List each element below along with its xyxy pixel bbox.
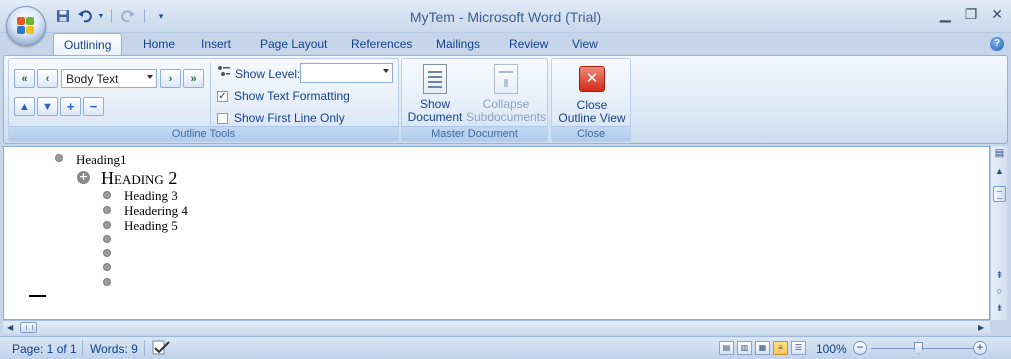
promote-icon[interactable]: ‹ bbox=[37, 69, 58, 88]
ribbon-tabs: Outlining Home Insert Page Layout Refere… bbox=[0, 33, 1011, 56]
group-close: ✕ Close Outline View Close bbox=[551, 58, 631, 142]
collapse-icon[interactable]: − bbox=[83, 97, 104, 116]
show-level-combo[interactable] bbox=[300, 63, 393, 83]
outline-heading-4[interactable]: Headering 4 bbox=[124, 203, 188, 219]
show-document-icon bbox=[423, 64, 447, 94]
office-logo-icon bbox=[17, 17, 35, 35]
group-divider bbox=[210, 63, 211, 125]
outline-bullet-icon[interactable] bbox=[103, 221, 111, 229]
horizontal-scrollbar[interactable]: ◀ ▶ bbox=[3, 320, 990, 334]
chevron-down-icon bbox=[383, 69, 389, 73]
close-outline-icon: ✕ bbox=[579, 66, 605, 92]
zoom-level[interactable]: 100% bbox=[816, 342, 847, 356]
outline-level-combo[interactable]: Body Text bbox=[61, 69, 157, 88]
outline-bullet-icon[interactable] bbox=[55, 154, 63, 162]
next-page-icon[interactable]: ⇟ bbox=[994, 303, 1005, 314]
group-label-close: Close bbox=[552, 126, 630, 141]
show-document-button[interactable]: Show Document bbox=[406, 64, 464, 124]
outline-heading-2[interactable]: Heading 2 bbox=[101, 168, 177, 189]
outline-bullet-icon[interactable] bbox=[103, 235, 111, 243]
ruler-toggle-icon[interactable]: ▤ bbox=[994, 148, 1005, 159]
scroll-up-icon[interactable]: ▲ bbox=[994, 166, 1005, 176]
tab-references[interactable]: References bbox=[351, 37, 412, 51]
outline-bullet-icon[interactable] bbox=[103, 278, 111, 286]
close-window-icon[interactable]: ✕ bbox=[991, 6, 1003, 23]
show-text-formatting-label: Show Text Formatting bbox=[234, 89, 350, 103]
zoom-out-icon[interactable]: − bbox=[853, 341, 867, 355]
document-area[interactable]: Heading1 + Heading 2 Heading 3 Headering… bbox=[3, 146, 990, 320]
horizontal-scroll-thumb[interactable] bbox=[20, 322, 37, 333]
status-bar: Page: 1 of 1 Words: 9 ▤ ▥ ▦ ≡ ☰ 100% − + bbox=[0, 336, 1011, 359]
tab-home[interactable]: Home bbox=[143, 37, 175, 51]
group-label-outline-tools: Outline Tools bbox=[9, 126, 398, 141]
scroll-left-icon[interactable]: ◀ bbox=[7, 323, 13, 332]
outline-view-icon[interactable]: ≡ bbox=[773, 341, 788, 355]
status-separator bbox=[144, 340, 145, 356]
tab-review[interactable]: Review bbox=[509, 37, 548, 51]
close-outline-view-button[interactable]: ✕ Close Outline View bbox=[554, 66, 630, 125]
promote-to-heading1-icon[interactable]: « bbox=[14, 69, 35, 88]
minimize-icon[interactable]: ▁ bbox=[940, 6, 951, 23]
zoom-slider-thumb[interactable] bbox=[914, 342, 923, 354]
outline-bullet-icon[interactable] bbox=[103, 206, 111, 214]
full-screen-reading-icon[interactable]: ▥ bbox=[737, 341, 752, 355]
office-button[interactable] bbox=[6, 6, 46, 46]
title-bar: ▼ ▾ MyTem - Microsoft Word (Trial) ▁ ❐ ✕ bbox=[0, 0, 1011, 33]
collapse-subdocuments-label-2: Subdocuments bbox=[465, 110, 547, 124]
outline-heading-3[interactable]: Heading 3 bbox=[124, 188, 178, 204]
outline-bullet-icon[interactable] bbox=[103, 249, 111, 257]
group-master-document: Show Document Collapse Subdocuments Mast… bbox=[401, 58, 548, 142]
vertical-scrollbar[interactable]: ▤ ▲ ⇞ ○ ⇟ bbox=[990, 146, 1007, 320]
print-layout-icon[interactable]: ▤ bbox=[719, 341, 734, 355]
chevron-down-icon bbox=[147, 75, 153, 79]
outline-bullet-icon[interactable] bbox=[103, 263, 111, 271]
move-down-icon[interactable]: ▼ bbox=[37, 97, 58, 116]
group-label-master-document: Master Document bbox=[402, 126, 547, 141]
zoom-in-icon[interactable]: + bbox=[973, 341, 987, 355]
show-text-formatting-checkbox[interactable]: ✓ Show Text Formatting bbox=[217, 89, 350, 103]
tab-outlining[interactable]: Outlining bbox=[53, 33, 123, 56]
window-title: MyTem - Microsoft Word (Trial) bbox=[409, 9, 602, 25]
demote-icon[interactable]: › bbox=[160, 69, 181, 88]
checkbox-checked-icon: ✓ bbox=[217, 90, 228, 102]
show-level-icon bbox=[217, 65, 231, 79]
web-layout-icon[interactable]: ▦ bbox=[755, 341, 770, 355]
scroll-right-icon[interactable]: ▶ bbox=[978, 323, 984, 332]
close-outline-label-2: Outline View bbox=[558, 111, 626, 125]
show-first-line-only-checkbox[interactable]: Show First Line Only bbox=[217, 111, 345, 125]
outline-heading-1[interactable]: Heading1 bbox=[76, 152, 127, 168]
page-count[interactable]: Page: 1 of 1 bbox=[12, 342, 77, 356]
expand-icon[interactable]: + bbox=[60, 97, 81, 116]
status-separator bbox=[82, 340, 83, 356]
collapse-subdocuments-icon bbox=[494, 64, 518, 94]
checkbox-unchecked-icon bbox=[217, 112, 228, 124]
move-up-icon[interactable]: ▲ bbox=[14, 97, 35, 116]
demote-to-body-text-icon[interactable]: » bbox=[183, 69, 204, 88]
vertical-scroll-thumb[interactable] bbox=[993, 186, 1006, 202]
tab-insert[interactable]: Insert bbox=[201, 37, 231, 51]
group-outline-tools: « ‹ Body Text › » ▲ ▼ + − Show Level: ✓ … bbox=[8, 58, 399, 142]
previous-page-icon[interactable]: ⇞ bbox=[994, 270, 1005, 281]
restore-icon[interactable]: ❐ bbox=[965, 6, 978, 23]
outline-bullet-icon[interactable] bbox=[103, 191, 111, 199]
show-document-label-2: Document bbox=[407, 110, 463, 124]
ribbon: « ‹ Body Text › » ▲ ▼ + − Show Level: ✓ … bbox=[3, 55, 1008, 144]
help-icon[interactable]: ? bbox=[990, 37, 1004, 51]
outline-heading-5[interactable]: Heading 5 bbox=[124, 218, 178, 234]
collapse-subdocuments-button[interactable]: Collapse Subdocuments bbox=[464, 64, 548, 124]
outline-expand-icon[interactable]: + bbox=[77, 171, 90, 184]
select-browse-object-icon[interactable]: ○ bbox=[994, 286, 1005, 296]
tab-mailings[interactable]: Mailings bbox=[436, 37, 480, 51]
tab-page-layout[interactable]: Page Layout bbox=[260, 37, 327, 51]
show-first-line-only-label: Show First Line Only bbox=[234, 111, 345, 125]
show-level-label: Show Level: bbox=[235, 67, 301, 81]
window-controls: ▁ ❐ ✕ bbox=[940, 6, 1003, 23]
tab-view[interactable]: View bbox=[572, 37, 598, 51]
outline-level-value: Body Text bbox=[66, 72, 119, 86]
end-of-document-mark bbox=[29, 295, 46, 297]
word-count[interactable]: Words: 9 bbox=[90, 342, 138, 356]
proofing-icon[interactable] bbox=[151, 340, 171, 359]
draft-view-icon[interactable]: ☰ bbox=[791, 341, 806, 355]
